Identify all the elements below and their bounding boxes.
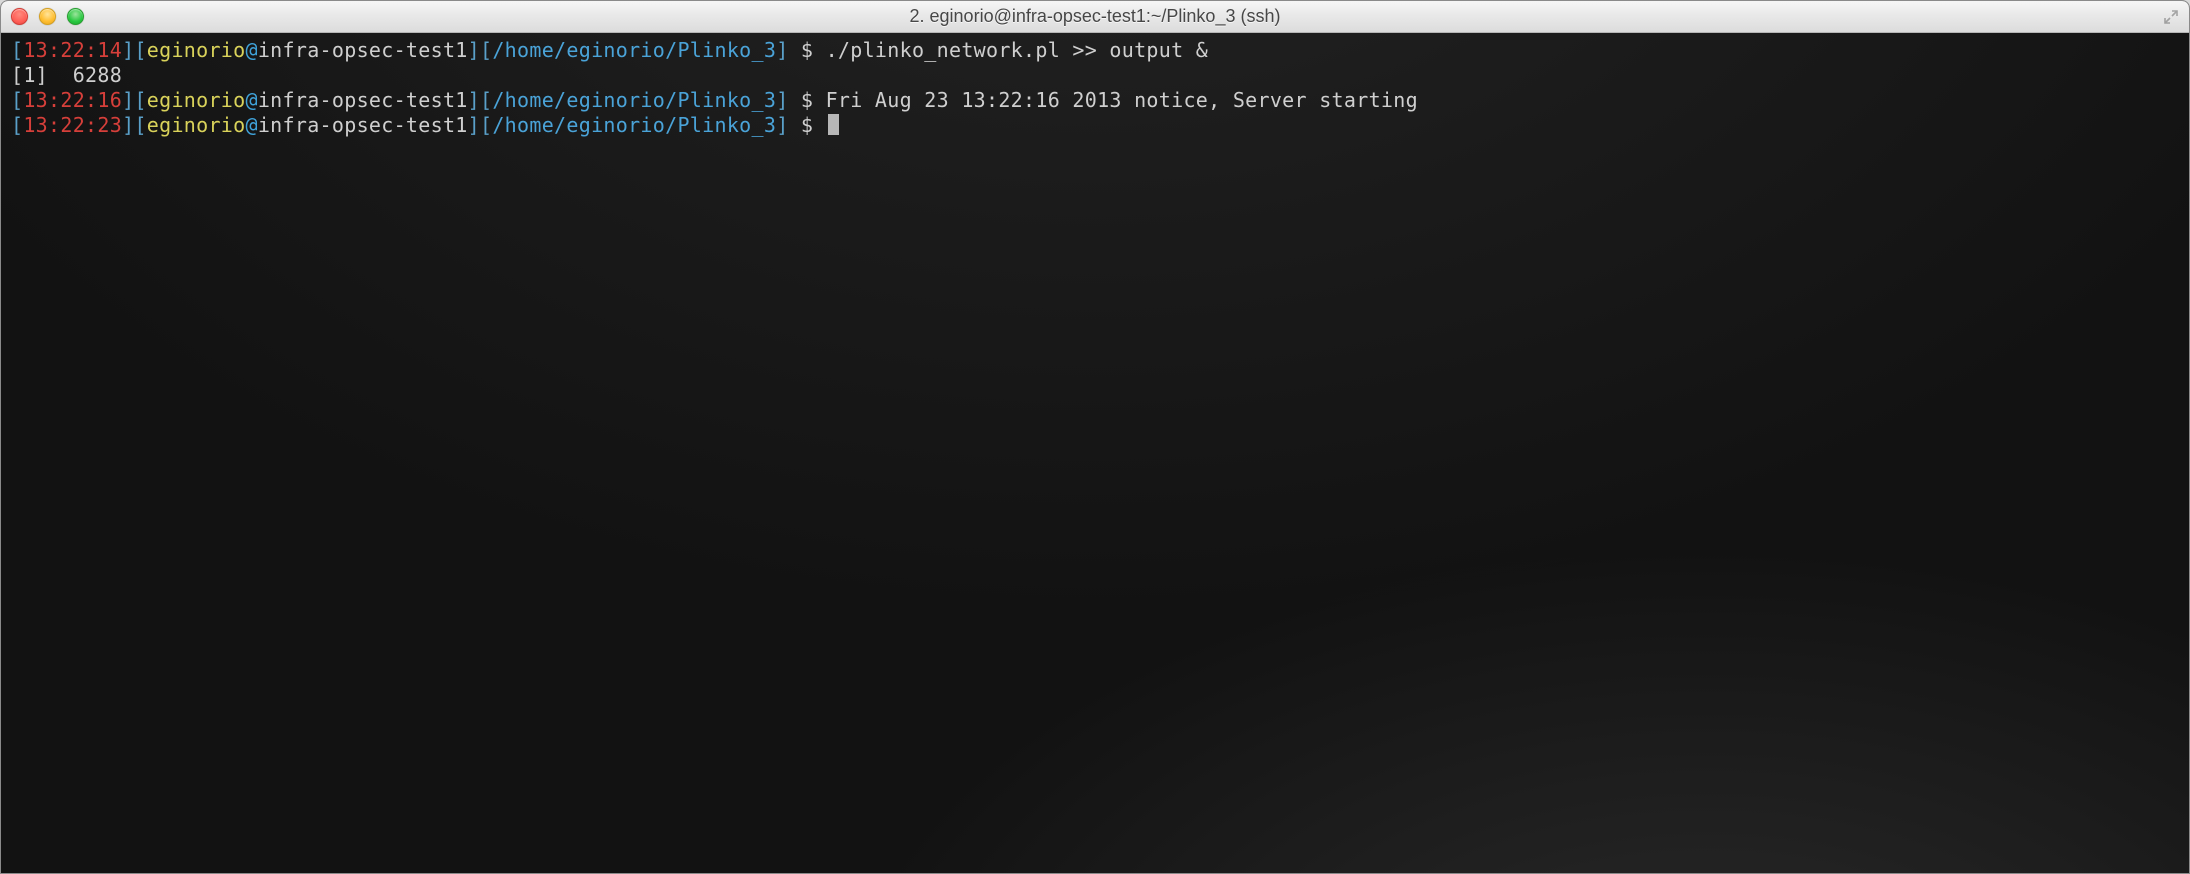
terminal-line: [13:22:16][eginorio@infra-opsec-test1][/… xyxy=(11,88,2179,113)
terminal-line: [13:22:23][eginorio@infra-opsec-test1][/… xyxy=(11,113,2179,138)
bracket-open: [ xyxy=(11,38,23,62)
bracket-open: [ xyxy=(134,113,146,137)
bracket-close: ] xyxy=(122,88,134,112)
terminal-command: Fri Aug 23 13:22:16 2013 notice, Server … xyxy=(826,88,1418,112)
zoom-icon[interactable] xyxy=(67,8,84,25)
bracket-close: ] xyxy=(468,88,480,112)
fullscreen-icon[interactable] xyxy=(2163,9,2179,25)
prompt-symbol: $ xyxy=(789,113,826,137)
at-icon: @ xyxy=(246,38,258,62)
bracket-close: ] xyxy=(776,88,788,112)
bracket-open: [ xyxy=(11,113,23,137)
prompt-host: infra-opsec-test1 xyxy=(258,113,468,137)
prompt-path: /home/eginorio/Plinko_3 xyxy=(492,38,776,62)
prompt-symbol: $ xyxy=(789,88,826,112)
prompt-host: infra-opsec-test1 xyxy=(258,88,468,112)
bracket-open: [ xyxy=(134,88,146,112)
prompt-path: /home/eginorio/Plinko_3 xyxy=(492,88,776,112)
bracket-open: [ xyxy=(134,38,146,62)
terminal-output: [1] 6288 xyxy=(11,63,122,87)
terminal-area[interactable]: [13:22:14][eginorio@infra-opsec-test1][/… xyxy=(1,33,2189,873)
window-controls xyxy=(11,8,84,25)
prompt-symbol: $ xyxy=(789,38,826,62)
bracket-close: ] xyxy=(122,38,134,62)
cursor-icon xyxy=(828,114,839,135)
prompt-user: eginorio xyxy=(147,113,246,137)
terminal-line: [1] 6288 xyxy=(11,63,2179,88)
terminal-command: ./plinko_network.pl >> output & xyxy=(826,38,1209,62)
bracket-close: ] xyxy=(776,113,788,137)
bracket-open: [ xyxy=(480,38,492,62)
at-icon: @ xyxy=(246,113,258,137)
terminal-window: 2. eginorio@infra-opsec-test1:~/Plinko_3… xyxy=(0,0,2190,874)
bracket-open: [ xyxy=(480,88,492,112)
bracket-open: [ xyxy=(11,88,23,112)
prompt-time: 13:22:16 xyxy=(23,88,122,112)
prompt-user: eginorio xyxy=(147,88,246,112)
prompt-time: 13:22:14 xyxy=(23,38,122,62)
prompt-time: 13:22:23 xyxy=(23,113,122,137)
bracket-close: ] xyxy=(468,113,480,137)
bracket-open: [ xyxy=(480,113,492,137)
bracket-close: ] xyxy=(776,38,788,62)
at-icon: @ xyxy=(246,88,258,112)
titlebar[interactable]: 2. eginorio@infra-opsec-test1:~/Plinko_3… xyxy=(1,1,2189,33)
prompt-path: /home/eginorio/Plinko_3 xyxy=(492,113,776,137)
bracket-close: ] xyxy=(468,38,480,62)
terminal-line: [13:22:14][eginorio@infra-opsec-test1][/… xyxy=(11,38,2179,63)
prompt-host: infra-opsec-test1 xyxy=(258,38,468,62)
bracket-close: ] xyxy=(122,113,134,137)
minimize-icon[interactable] xyxy=(39,8,56,25)
window-title: 2. eginorio@infra-opsec-test1:~/Plinko_3… xyxy=(1,6,2189,27)
close-icon[interactable] xyxy=(11,8,28,25)
prompt-user: eginorio xyxy=(147,38,246,62)
